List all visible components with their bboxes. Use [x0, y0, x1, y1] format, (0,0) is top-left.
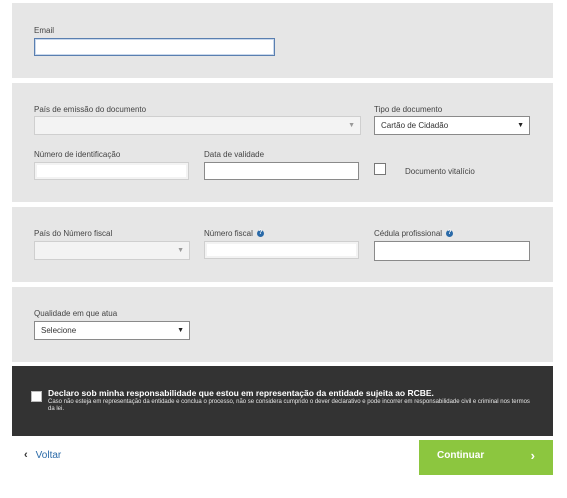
back-label: Voltar [35, 450, 62, 461]
caret-down-icon: ▼ [177, 247, 184, 254]
professional-card-input[interactable] [374, 241, 530, 261]
help-icon[interactable]: ? [446, 230, 454, 238]
back-link[interactable]: ‹ Voltar [24, 449, 61, 461]
doc-type-value: Cartão de Cidadão [381, 121, 449, 130]
professional-card-label: Cédula profissional [374, 229, 443, 238]
expiry-date-input[interactable] [204, 162, 359, 180]
continue-label: Continuar [437, 450, 485, 461]
chevron-left-icon: ‹ [24, 449, 28, 461]
caret-down-icon: ▼ [348, 122, 355, 129]
caret-down-icon: ▼ [517, 122, 524, 129]
doc-type-label: Tipo de documento [374, 105, 443, 114]
quality-select[interactable]: Selecione ▼ [34, 321, 190, 340]
document-panel: País de emissão do documento ▼ Tipo de d… [12, 83, 553, 202]
tax-number-input[interactable] [204, 241, 359, 259]
quality-label: Qualidade em que atua [34, 309, 118, 318]
quality-panel: Qualidade em que atua Selecione ▼ [12, 287, 553, 362]
tax-country-label: País do Número fiscal [34, 229, 113, 238]
caret-down-icon: ▼ [177, 327, 184, 334]
declaration-subtitle: Caso não esteja em representação da enti… [48, 399, 530, 412]
tax-country-select[interactable]: ▼ [34, 241, 190, 260]
declaration-checkbox[interactable] [31, 391, 42, 402]
expiry-label: Data de validade [204, 150, 265, 159]
issuing-country-label: País de emissão do documento [34, 105, 147, 114]
id-number-input[interactable] [34, 162, 189, 180]
declaration-panel: Declaro sob minha responsabilidade que e… [12, 366, 553, 436]
lifetime-label: Documento vitalício [405, 167, 475, 176]
email-panel: Email [12, 3, 553, 78]
id-number-label: Número de identificação [34, 150, 121, 159]
doc-type-select[interactable]: Cartão de Cidadão ▼ [374, 116, 530, 135]
quality-value: Selecione [41, 326, 77, 335]
issuing-country-select[interactable]: ▼ [34, 116, 361, 135]
continue-button[interactable]: Continuar › [419, 440, 553, 475]
help-icon[interactable]: ? [256, 230, 264, 238]
tax-number-label: Número fiscal [204, 229, 253, 238]
fiscal-panel: País do Número fiscal ▼ Número fiscal? C… [12, 207, 553, 282]
lifetime-checkbox[interactable] [374, 163, 386, 175]
email-label: Email [34, 26, 55, 35]
professional-card-label-wrap: Cédula profissional? [374, 229, 454, 238]
email-input[interactable] [34, 38, 275, 56]
tax-number-label-wrap: Número fiscal? [204, 229, 264, 238]
declaration-title: Declaro sob minha responsabilidade que e… [48, 388, 434, 398]
chevron-right-icon: › [530, 448, 535, 463]
